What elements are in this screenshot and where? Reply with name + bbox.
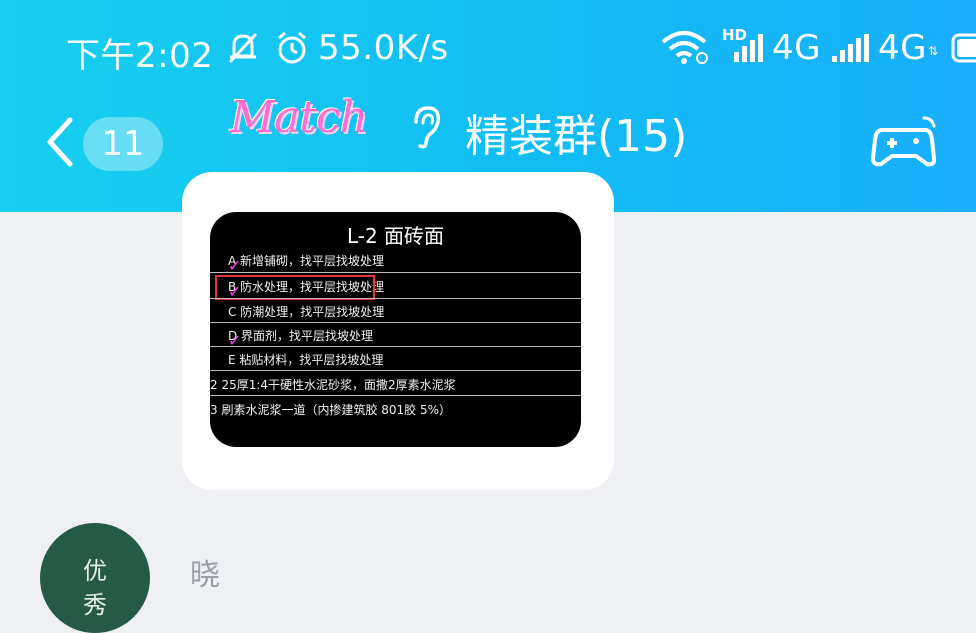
chat-title: 精装群(15)	[465, 111, 688, 162]
wifi-icon	[661, 31, 708, 64]
message-image[interactable]: L-2 面砖面 A 新增铺砌，找平层找坡处理 ✓ B 防水处理，找平层找坡处理 …	[210, 212, 581, 447]
image-line: C 防潮处理，找平层找坡处理	[228, 305, 385, 319]
image-line: E 粘贴材料，找平层找坡处理	[228, 353, 384, 367]
divider	[210, 346, 581, 347]
image-line: 2 25厚1:4干硬性水泥砂浆，面撒2厚素水泥浆	[210, 378, 456, 392]
network-speed: 55.0K/s	[318, 28, 449, 68]
avatar-text-2: 秀	[83, 591, 107, 619]
divider	[210, 322, 581, 323]
highlight-box	[215, 275, 375, 300]
mute-bell-icon	[228, 32, 258, 64]
sender-name: 晓	[190, 558, 220, 593]
divider	[210, 395, 581, 396]
status-time: 下午2:02	[66, 36, 214, 76]
image-title: L-2 面砖面	[346, 224, 445, 248]
ear-icon[interactable]	[408, 104, 444, 150]
network-type-2: 4G	[878, 28, 927, 68]
network-type-1: 4G	[772, 28, 821, 68]
chevron-left-icon[interactable]	[40, 112, 80, 172]
image-line: D 界面剂，找平层找坡处理	[228, 329, 374, 343]
gamepad-icon[interactable]	[870, 114, 938, 172]
checkmark-icon: ✓	[228, 331, 242, 350]
divider	[210, 272, 581, 273]
image-line: A 新增铺砌，找平层找坡处理	[228, 254, 385, 268]
divider	[210, 298, 581, 299]
signal-icon-2	[832, 34, 869, 62]
avatar[interactable]: 优 秀	[40, 523, 150, 633]
unread-count-badge[interactable]: 11	[83, 117, 163, 171]
battery-icon	[951, 33, 976, 63]
avatar-text-1: 优	[83, 557, 107, 585]
image-line: 3 刷素水泥浆一道（内掺建筑胶 801胶 5%）	[210, 403, 452, 417]
divider	[210, 370, 581, 371]
alarm-clock-icon	[278, 31, 306, 64]
match-logo: Match	[230, 92, 368, 143]
data-arrows-icon: ⇅	[928, 44, 939, 58]
signal-icon-1	[734, 34, 763, 62]
